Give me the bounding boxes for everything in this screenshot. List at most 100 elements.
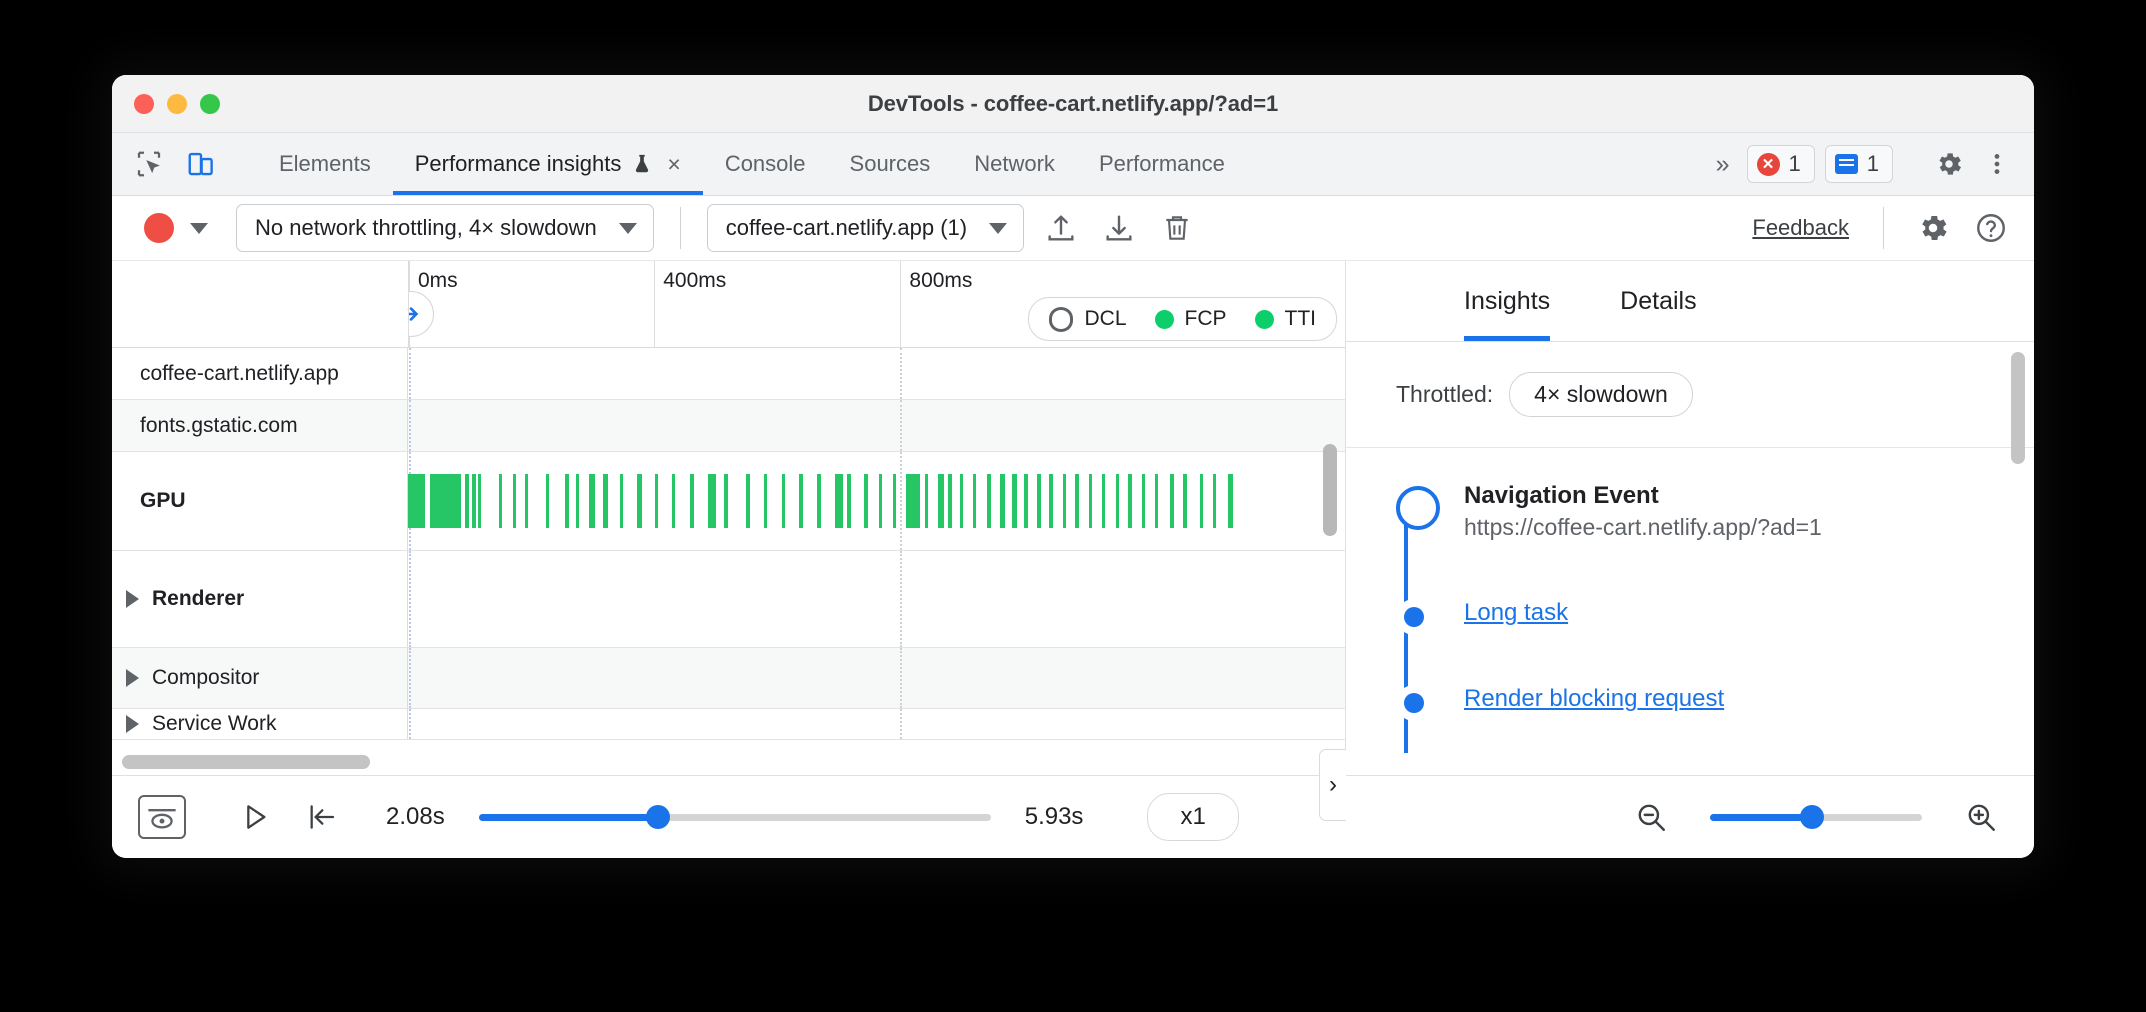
gpu-activity-bar[interactable] xyxy=(799,474,803,528)
gpu-activity-bar[interactable] xyxy=(430,474,461,528)
gpu-activity-bar[interactable] xyxy=(620,474,623,528)
gpu-activity-bar[interactable] xyxy=(973,474,976,528)
slider-knob[interactable] xyxy=(1800,805,1824,829)
track-row-gpu[interactable]: GPU xyxy=(112,452,1345,551)
insight-link[interactable]: Long task xyxy=(1464,599,1568,626)
tab-insights[interactable]: Insights xyxy=(1464,261,1550,341)
close-tab-icon[interactable]: × xyxy=(667,153,680,176)
gpu-activity-bar[interactable] xyxy=(847,474,851,528)
message-count-badge[interactable]: 1 xyxy=(1825,145,1893,183)
gpu-activity-bar[interactable] xyxy=(1012,474,1017,528)
upload-icon[interactable] xyxy=(1040,207,1082,249)
track-label-compositor[interactable]: Compositor xyxy=(112,648,408,708)
track-row-renderer[interactable]: Renderer xyxy=(112,551,1345,648)
page-select[interactable]: coffee-cart.netlify.app (1) xyxy=(707,204,1024,252)
gpu-activity-bar[interactable] xyxy=(893,474,897,528)
insight-navigation-event[interactable]: Navigation Event https://coffee-cart.net… xyxy=(1396,482,2034,541)
gpu-activity-bar[interactable] xyxy=(938,474,944,528)
playback-speed-badge[interactable]: x1 xyxy=(1147,793,1238,841)
gpu-activity-bar[interactable] xyxy=(1128,474,1132,528)
gpu-activity-bar[interactable] xyxy=(499,474,502,528)
jump-to-start-icon[interactable] xyxy=(298,794,344,840)
gpu-activity-bar[interactable] xyxy=(708,474,717,528)
gpu-activity-bar[interactable] xyxy=(603,474,608,528)
gpu-activity-bar[interactable] xyxy=(1063,474,1067,528)
gpu-activity-bar[interactable] xyxy=(690,474,694,528)
track-content[interactable] xyxy=(408,648,1345,708)
record-button[interactable] xyxy=(144,213,174,243)
gpu-activity-bar[interactable] xyxy=(1200,474,1204,528)
expand-triangle-icon[interactable] xyxy=(126,715,139,733)
gpu-activity-bar[interactable] xyxy=(782,474,785,528)
gpu-activity-bar[interactable] xyxy=(925,474,928,528)
gpu-activity-bar[interactable] xyxy=(764,474,767,528)
collapse-sidebar-button[interactable]: › xyxy=(1319,749,1346,821)
tab-console[interactable]: Console xyxy=(703,133,828,195)
track-row-service-worker[interactable]: Service Work xyxy=(112,709,1345,740)
gpu-activity-bar[interactable] xyxy=(465,474,469,528)
error-count-badge[interactable]: ✕ 1 xyxy=(1747,145,1815,183)
gpu-activity-bar[interactable] xyxy=(1213,474,1216,528)
gpu-activity-bar[interactable] xyxy=(565,474,569,528)
inspect-element-icon[interactable] xyxy=(130,145,168,183)
gpu-activity-bar[interactable] xyxy=(835,474,844,528)
timeline-tracks[interactable]: coffee-cart.netlify.app fonts.gstatic.co… xyxy=(112,348,1345,775)
insight-long-task[interactable]: Long task xyxy=(1396,599,2034,627)
play-icon[interactable] xyxy=(232,794,278,840)
tab-sources[interactable]: Sources xyxy=(828,133,953,195)
track-content[interactable] xyxy=(408,348,1345,399)
gpu-activity-bar[interactable] xyxy=(589,474,595,528)
throttling-select[interactable]: No network throttling, 4× slowdown xyxy=(236,204,654,252)
download-icon[interactable] xyxy=(1098,207,1140,249)
track-row-compositor[interactable]: Compositor xyxy=(112,648,1345,709)
slider-knob[interactable] xyxy=(646,805,670,829)
gpu-activity-bar[interactable] xyxy=(724,474,728,528)
help-icon[interactable] xyxy=(1970,207,2012,249)
gpu-activity-bar[interactable] xyxy=(960,474,963,528)
track-content[interactable] xyxy=(408,400,1345,451)
gpu-activity-bar[interactable] xyxy=(1037,474,1041,528)
timeline-vertical-scrollbar[interactable] xyxy=(1323,444,1337,536)
gpu-activity-bar[interactable] xyxy=(948,474,952,528)
gpu-activity-bar[interactable] xyxy=(637,474,641,528)
zoom-out-icon[interactable] xyxy=(1628,794,1674,840)
expand-triangle-icon[interactable] xyxy=(126,669,139,687)
expand-triangle-icon[interactable] xyxy=(126,590,139,608)
gpu-activity-bar[interactable] xyxy=(472,474,476,528)
gpu-activity-bar[interactable] xyxy=(1049,474,1053,528)
more-tabs-icon[interactable]: » xyxy=(1706,150,1737,179)
gear-icon[interactable] xyxy=(1912,207,1954,249)
gpu-activity-bar[interactable] xyxy=(1183,474,1187,528)
timeline-range-slider[interactable] xyxy=(479,813,991,821)
gpu-activity-bar[interactable] xyxy=(525,474,528,528)
gpu-activity-bar[interactable] xyxy=(817,474,821,528)
gpu-activity-bar[interactable] xyxy=(408,474,425,528)
timeline-horizontal-scrollbar[interactable] xyxy=(122,755,370,769)
track-label-renderer[interactable]: Renderer xyxy=(112,551,408,647)
gpu-activity-bar[interactable] xyxy=(1228,474,1233,528)
gpu-activity-bar[interactable] xyxy=(987,474,991,528)
gpu-activity-bar[interactable] xyxy=(478,474,480,528)
gpu-activity-bar[interactable] xyxy=(864,474,868,528)
tab-network[interactable]: Network xyxy=(952,133,1077,195)
gpu-activity-bar[interactable] xyxy=(546,474,549,528)
gear-icon[interactable] xyxy=(1930,145,1968,183)
track-content-gpu[interactable] xyxy=(408,452,1345,550)
tab-elements[interactable]: Elements xyxy=(257,133,393,195)
insights-vertical-scrollbar[interactable] xyxy=(2011,352,2025,464)
zoom-slider[interactable] xyxy=(1710,813,1922,821)
navigation-marker-icon[interactable] xyxy=(409,291,434,337)
tab-details[interactable]: Details xyxy=(1620,261,1696,341)
feedback-link[interactable]: Feedback xyxy=(1752,215,1849,241)
gpu-activity-bar[interactable] xyxy=(1116,474,1120,528)
gpu-activity-bar[interactable] xyxy=(879,474,882,528)
gpu-activity-bar[interactable] xyxy=(746,474,750,528)
track-content[interactable] xyxy=(408,709,1345,739)
gpu-activity-bar[interactable] xyxy=(1075,474,1079,528)
gpu-activity-bar[interactable] xyxy=(1102,474,1105,528)
track-row-network-main[interactable]: coffee-cart.netlify.app xyxy=(112,348,1345,400)
track-row-network-fonts[interactable]: fonts.gstatic.com xyxy=(112,400,1345,452)
gpu-activity-bar[interactable] xyxy=(1089,474,1093,528)
gpu-activity-bar[interactable] xyxy=(513,474,517,528)
track-label-service-worker[interactable]: Service Work xyxy=(112,709,408,739)
